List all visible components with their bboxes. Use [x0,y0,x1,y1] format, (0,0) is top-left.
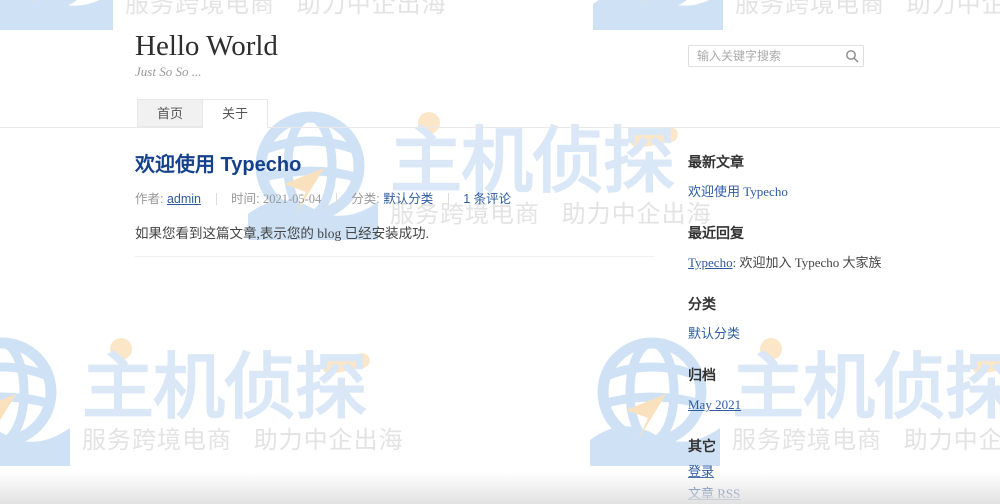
category-sidebar-link[interactable]: 默认分类 [688,327,978,340]
category-link[interactable]: 默认分类 [383,192,433,206]
sidebar: 最新文章 欢迎使用 Typecho 最近回复 Typecho: 欢迎加入 Typ… [688,155,978,504]
recent-comment-item: Typecho: 欢迎加入 Typecho 大家族 [688,256,978,269]
author-label: 作者: [135,192,164,206]
sidebar-section-recent-comments: 最近回复 Typecho: 欢迎加入 Typecho 大家族 [688,226,978,269]
sidebar-section-archives: 归档 May 2021 [688,368,978,411]
sidebar-heading-latest-posts: 最新文章 [688,154,744,170]
comments-link[interactable]: 1 条评论 [463,192,511,206]
site-subtitle: Just So So ... [135,64,202,79]
latest-post-link[interactable]: 欢迎使用 Typecho [688,185,978,198]
sidebar-heading-archives: 归档 [688,367,716,383]
post-body: 如果您看到这篇文章,表示您的 blog 已经安装成功. [135,226,430,241]
sidebar-section-misc: 其它 登录 文章 RSS [688,439,978,500]
search-form [688,45,864,67]
post-title-link[interactable]: 欢迎使用 Typecho [135,154,301,176]
nav-tab-about[interactable]: 关于 [202,99,269,128]
nav-tab-home[interactable]: 首页 [137,99,203,127]
page-root: 主机侦探 服务跨境电商 助力中企出海 主机侦探 服务跨境电商 助力中企出海 [0,0,1000,504]
post-title: 欢迎使用 Typecho [135,153,655,177]
date-label: 时间: [230,192,260,206]
sidebar-heading-categories: 分类 [688,296,716,312]
meta-separator [215,193,217,205]
rss-link[interactable]: 文章 RSS [688,487,978,500]
post-list: 欢迎使用 Typecho 作者: admin 时间: 2021-05-04 分类… [135,145,655,257]
search-input[interactable] [688,45,864,67]
meta-separator [447,193,449,205]
post-divider [135,256,655,257]
main-nav: 首页 关于 [137,99,269,128]
comment-author-link[interactable]: Typecho [688,255,733,270]
login-link[interactable]: 登录 [688,465,978,478]
category-label: 分类: [351,192,380,206]
meta-separator [335,193,337,205]
post-meta: 作者: admin 时间: 2021-05-04 分类: 默认分类 1 条评论 [135,188,655,207]
sidebar-heading-misc: 其它 [688,438,716,454]
author-link[interactable]: admin [167,192,201,206]
post-date: 2021-05-04 [262,192,322,206]
archive-link[interactable]: May 2021 [688,398,978,411]
comment-text: : 欢迎加入 Typecho 大家族 [732,255,882,270]
sidebar-section-categories: 分类 默认分类 [688,297,978,340]
sidebar-heading-recent-comments: 最近回复 [688,225,744,241]
sidebar-section-latest-posts: 最新文章 欢迎使用 Typecho [688,155,978,198]
search-icon[interactable] [845,49,859,63]
site-title[interactable]: Hello World [135,30,278,63]
